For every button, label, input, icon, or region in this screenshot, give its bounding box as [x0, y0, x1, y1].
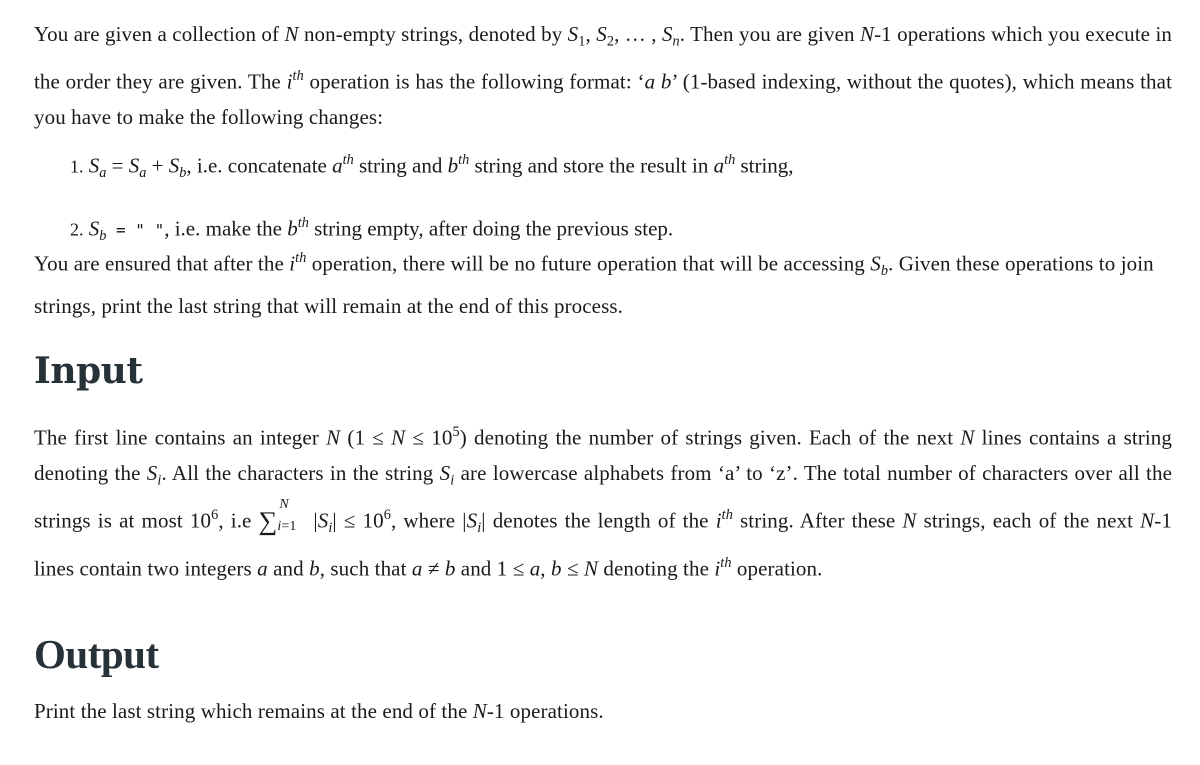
- operation-steps-list: 1. Sa = Sa + Sb, i.e. concatenate ath st…: [70, 143, 794, 254]
- output-description: Print the last string which remains at t…: [34, 699, 604, 723]
- input-heading: Input: [34, 350, 143, 392]
- input-description: The first line contains an integer N (1 …: [34, 424, 1173, 581]
- intro-paragraph: You are given a collection of N non-empt…: [34, 22, 1173, 129]
- list-item: 1. Sa = Sa + Sb, i.e. concatenate ath st…: [70, 152, 794, 181]
- output-heading: Output: [34, 631, 159, 677]
- guarantee-paragraph: You are ensured that after the ith opera…: [34, 250, 1154, 318]
